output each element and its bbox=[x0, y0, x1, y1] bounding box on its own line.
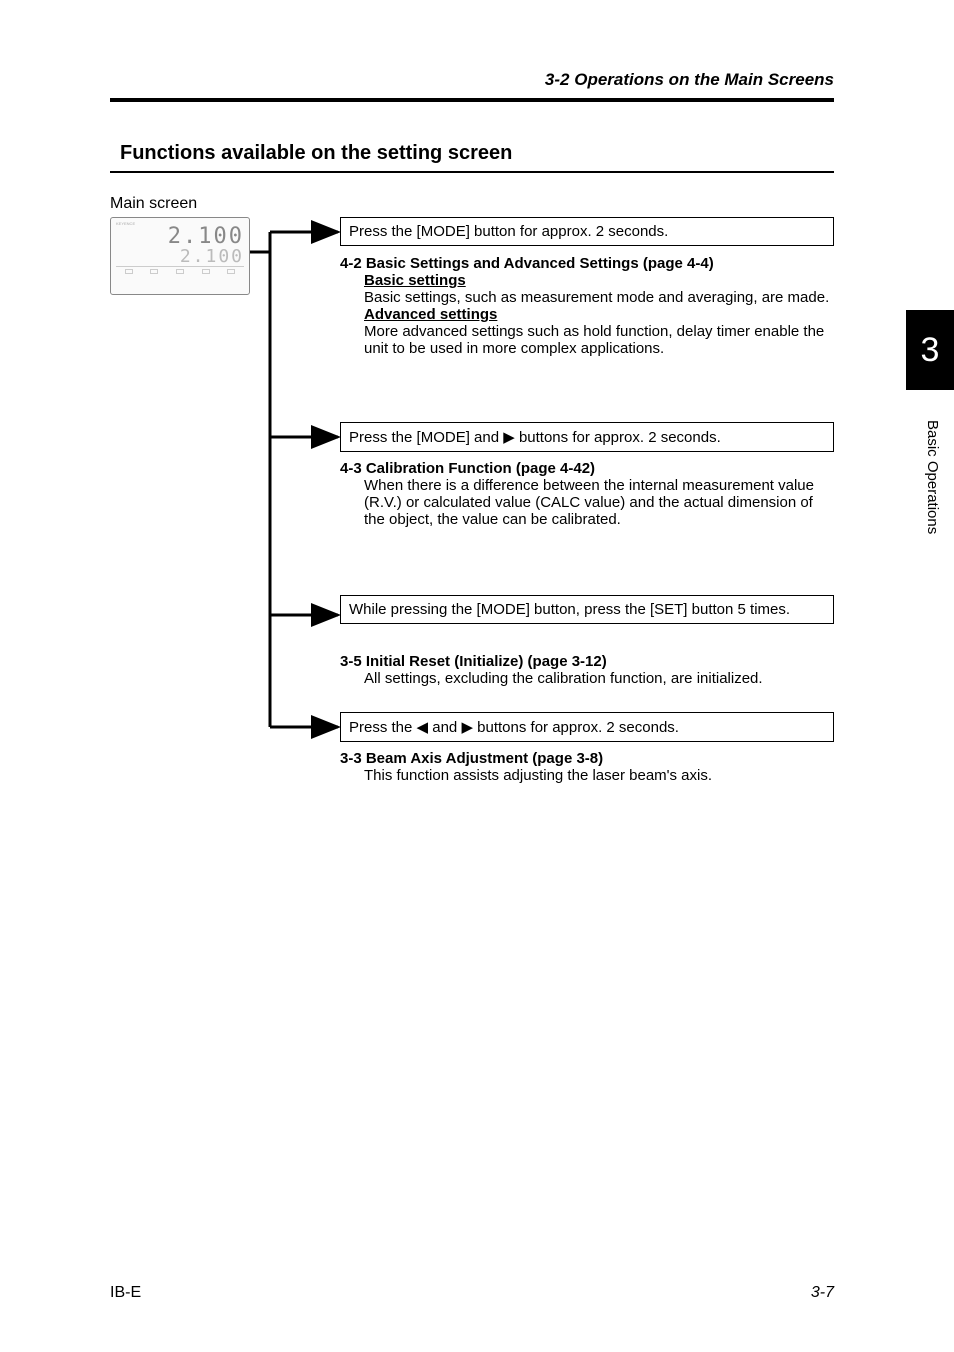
info2-heading: 4-3 Calibration Function (page 4-42) bbox=[340, 460, 834, 477]
page-title: Functions available on the setting scree… bbox=[120, 142, 954, 165]
info2-body: When there is a difference between the i… bbox=[364, 477, 834, 528]
connector-lines bbox=[250, 217, 340, 777]
title-rule bbox=[110, 171, 834, 173]
instruction-2-pre: Press the [MODE] and bbox=[349, 429, 503, 446]
instruction-box-1: Press the [MODE] button for approx. 2 se… bbox=[340, 217, 834, 246]
instruction-4-mid: and bbox=[428, 719, 461, 736]
info3-body: All settings, excluding the calibration … bbox=[364, 670, 834, 687]
right-arrow-icon-2: ▶ bbox=[461, 719, 473, 736]
info1-sub1: Basic settings bbox=[364, 272, 834, 289]
info-block-4: 3-3 Beam Axis Adjustment (page 3-8) This… bbox=[340, 750, 834, 784]
device-display-1: 2.100 bbox=[116, 226, 244, 248]
device-illustration: KEYENCE 2.100 2.100 bbox=[110, 217, 250, 295]
instruction-4-pre: Press the bbox=[349, 719, 417, 736]
page-footer: IB-E 3-7 bbox=[110, 1284, 834, 1302]
content-area: KEYENCE 2.100 2.100 Press the [MODE] but… bbox=[110, 217, 834, 817]
instruction-box-3: While pressing the [MODE] button, press … bbox=[340, 595, 834, 624]
instruction-3-text: While pressing the [MODE] button, press … bbox=[349, 601, 790, 618]
left-arrow-icon: ◀ bbox=[417, 719, 429, 736]
chapter-tab: 3 bbox=[906, 310, 954, 390]
device-buttons bbox=[116, 266, 244, 274]
info-block-3: 3-5 Initial Reset (Initialize) (page 3-1… bbox=[340, 653, 834, 687]
section-header: 3-2 Operations on the Main Screens bbox=[0, 0, 954, 98]
main-screen-label: Main screen bbox=[110, 195, 954, 213]
right-arrow-icon: ▶ bbox=[503, 429, 515, 446]
instruction-1-text: Press the [MODE] button for approx. 2 se… bbox=[349, 223, 668, 240]
info-block-2: 4-3 Calibration Function (page 4-42) Whe… bbox=[340, 460, 834, 528]
device-display-2: 2.100 bbox=[116, 248, 244, 266]
info1-body2: More advanced settings such as hold func… bbox=[364, 323, 834, 357]
info1-body1: Basic settings, such as measurement mode… bbox=[364, 289, 834, 306]
instruction-box-2: Press the [MODE] and ▶ buttons for appro… bbox=[340, 422, 834, 452]
instruction-4-post: buttons for approx. 2 seconds. bbox=[473, 719, 679, 736]
info1-heading: 4-2 Basic Settings and Advanced Settings… bbox=[340, 255, 834, 272]
info4-body: This function assists adjusting the lase… bbox=[364, 767, 834, 784]
info3-heading: 3-5 Initial Reset (Initialize) (page 3-1… bbox=[340, 653, 834, 670]
footer-left: IB-E bbox=[110, 1284, 141, 1302]
info1-sub2: Advanced settings bbox=[364, 306, 834, 323]
footer-page: 3-7 bbox=[811, 1284, 834, 1302]
chapter-label: Basic Operations bbox=[924, 420, 941, 534]
info-block-1: 4-2 Basic Settings and Advanced Settings… bbox=[340, 255, 834, 357]
instruction-2-post: buttons for approx. 2 seconds. bbox=[515, 429, 721, 446]
instruction-box-4: Press the ◀ and ▶ buttons for approx. 2 … bbox=[340, 712, 834, 742]
header-rule bbox=[110, 98, 834, 102]
info4-heading: 3-3 Beam Axis Adjustment (page 3-8) bbox=[340, 750, 834, 767]
